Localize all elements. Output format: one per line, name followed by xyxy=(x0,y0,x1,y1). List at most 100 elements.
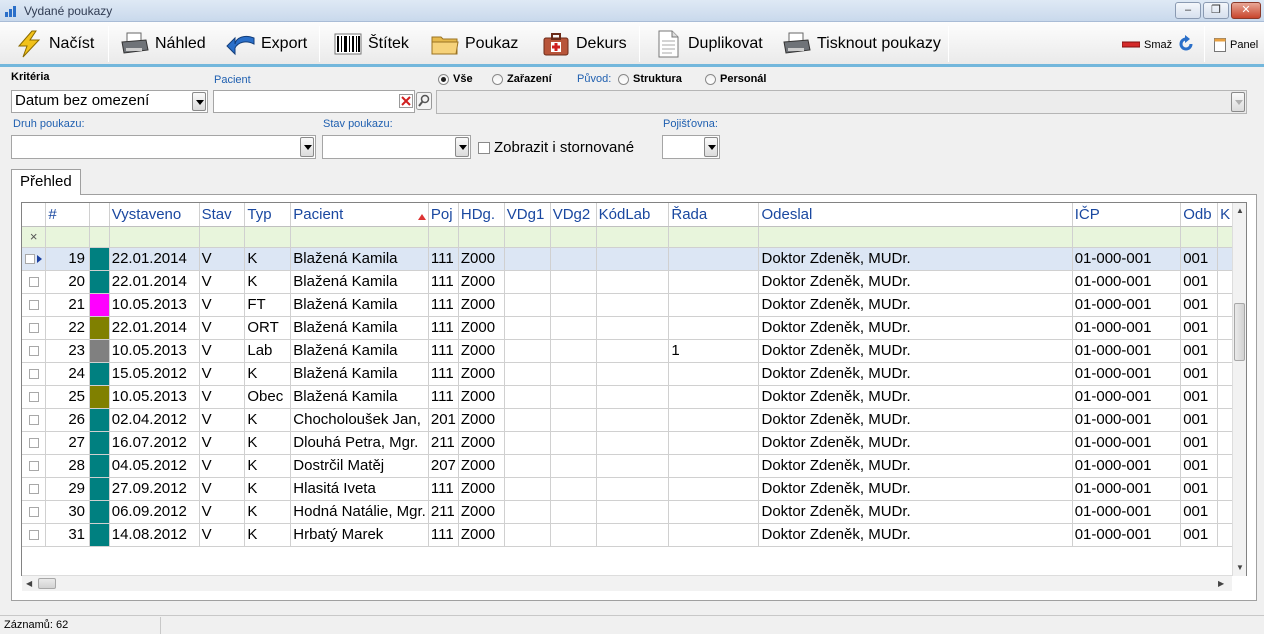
cell-state[interactable]: V xyxy=(199,431,246,455)
filter-cell[interactable] xyxy=(668,226,760,248)
cell-series[interactable] xyxy=(668,454,760,478)
cell-main-diagnosis[interactable]: Z000 xyxy=(458,339,505,363)
column-header[interactable]: Typ xyxy=(244,203,292,227)
cell-main-diagnosis[interactable]: Z000 xyxy=(458,293,505,317)
show-cancelled-checkbox[interactable]: Zobrazit i stornované xyxy=(478,139,634,156)
column-header[interactable]: VDg1 xyxy=(504,203,551,227)
chevron-down-icon[interactable] xyxy=(300,137,314,157)
cell-insurer[interactable]: 111 xyxy=(428,523,459,547)
cell-state[interactable]: V xyxy=(199,270,246,294)
cell-sender[interactable]: Doktor Zdeněk, MUDr. xyxy=(758,454,1073,478)
cell-patient[interactable]: Dlouhá Petra, Mgr. xyxy=(290,431,429,455)
cell-state[interactable]: V xyxy=(199,500,246,524)
scroll-down-icon[interactable]: ▼ xyxy=(1236,563,1244,572)
cell-patient[interactable]: Blažená Kamila xyxy=(290,385,429,409)
column-header[interactable]: Odeslal xyxy=(758,203,1073,227)
cell-insurer[interactable]: 111 xyxy=(428,293,459,317)
patient-input[interactable] xyxy=(213,90,415,113)
cell-insurer[interactable]: 111 xyxy=(428,339,459,363)
filter-cell[interactable] xyxy=(428,226,459,248)
cell-icp[interactable]: 01-000-001 xyxy=(1072,408,1182,432)
cell-sender[interactable]: Doktor Zdeněk, MUDr. xyxy=(758,293,1073,317)
cell-type[interactable]: K xyxy=(244,247,292,271)
cell-vdg1[interactable] xyxy=(504,477,551,501)
filter-cell[interactable] xyxy=(244,226,292,248)
cell-icp[interactable]: 01-000-001 xyxy=(1072,247,1182,271)
cell-color-swatch[interactable] xyxy=(89,385,110,409)
row-checkbox[interactable] xyxy=(28,438,39,449)
cell-main-diagnosis[interactable]: Z000 xyxy=(458,500,505,524)
clear-filter-icon[interactable]: × xyxy=(22,226,47,248)
cell-state[interactable]: V xyxy=(199,477,246,501)
cell-insurer[interactable]: 111 xyxy=(428,477,459,501)
cell-sender[interactable]: Doktor Zdeněk, MUDr. xyxy=(758,339,1073,363)
cell-department[interactable]: 001 xyxy=(1180,454,1219,478)
cell-vdg2[interactable] xyxy=(550,385,597,409)
cell-type[interactable]: K xyxy=(244,500,292,524)
row-indicator[interactable] xyxy=(22,316,47,340)
cell-patient[interactable]: Blažená Kamila xyxy=(290,362,429,386)
cell-color-swatch[interactable] xyxy=(89,247,110,271)
scroll-thumb[interactable] xyxy=(38,578,56,589)
cell-main-diagnosis[interactable]: Z000 xyxy=(458,408,505,432)
cell-insurer[interactable]: 201 xyxy=(428,408,459,432)
cell-lab-code[interactable] xyxy=(596,431,670,455)
cell-insurer[interactable]: 111 xyxy=(428,385,459,409)
cell-number[interactable]: 20 xyxy=(45,270,91,294)
cell-issued[interactable]: 02.04.2012 xyxy=(109,408,200,432)
radio-assigned[interactable]: Zařazení xyxy=(492,73,552,85)
cell-series[interactable] xyxy=(668,431,760,455)
voucher-type-select[interactable] xyxy=(11,135,316,159)
column-header[interactable]: VDg2 xyxy=(550,203,597,227)
cell-patient[interactable]: Blažená Kamila xyxy=(290,247,429,271)
table-row[interactable]: 31 14.08.2012 V K Hrbatý Marek 111 Z000 Doktor … xyxy=(22,523,1246,547)
cell-type[interactable]: K xyxy=(244,431,292,455)
insurer-select[interactable] xyxy=(662,135,720,159)
cell-lab-code[interactable] xyxy=(596,408,670,432)
filter-cell[interactable] xyxy=(550,226,597,248)
radio-structure[interactable]: Struktura xyxy=(618,73,682,85)
cell-sender[interactable]: Doktor Zdeněk, MUDr. xyxy=(758,362,1073,386)
cell-sender[interactable]: Doktor Zdeněk, MUDr. xyxy=(758,247,1073,271)
cell-vdg2[interactable] xyxy=(550,431,597,455)
row-checkbox[interactable] xyxy=(28,507,39,518)
cell-number[interactable]: 19 xyxy=(45,247,91,271)
column-header[interactable]: Poj xyxy=(428,203,459,227)
row-checkbox[interactable] xyxy=(28,346,39,357)
cell-department[interactable]: 001 xyxy=(1180,408,1219,432)
row-checkbox[interactable] xyxy=(28,415,39,426)
filter-cell[interactable] xyxy=(109,226,200,248)
cell-sender[interactable]: Doktor Zdeněk, MUDr. xyxy=(758,316,1073,340)
maximize-button[interactable]: ❐ xyxy=(1203,2,1229,19)
horizontal-scrollbar[interactable]: ◀ ▶ xyxy=(22,575,1232,591)
dekurs-button[interactable]: Dekurs xyxy=(541,28,627,60)
cell-color-swatch[interactable] xyxy=(89,523,110,547)
row-indicator[interactable] xyxy=(22,339,47,363)
table-row[interactable]: 27 16.07.2012 V K Dlouhá Petra, Mgr. 211 Z000 D… xyxy=(22,431,1246,455)
table-row[interactable]: 21 10.05.2013 V FT Blažená Kamila 111 Z000 Dokt… xyxy=(22,293,1246,317)
delete-button[interactable]: Smaž xyxy=(1122,36,1172,54)
refresh-icon[interactable] xyxy=(1177,35,1195,53)
row-checkbox[interactable] xyxy=(28,530,39,541)
cell-sender[interactable]: Doktor Zdeněk, MUDr. xyxy=(758,270,1073,294)
cell-state[interactable]: V xyxy=(199,523,246,547)
cell-lab-code[interactable] xyxy=(596,523,670,547)
cell-number[interactable]: 22 xyxy=(45,316,91,340)
row-indicator[interactable] xyxy=(22,293,47,317)
cell-series[interactable] xyxy=(668,523,760,547)
chevron-down-icon[interactable] xyxy=(704,137,718,157)
table-row[interactable]: 25 10.05.2013 V Obec Blažená Kamila 111 Z000 Do… xyxy=(22,385,1246,409)
cell-color-swatch[interactable] xyxy=(89,316,110,340)
cell-department[interactable]: 001 xyxy=(1180,500,1219,524)
cell-icp[interactable]: 01-000-001 xyxy=(1072,431,1182,455)
cell-main-diagnosis[interactable]: Z000 xyxy=(458,316,505,340)
cell-patient[interactable]: Hrbatý Marek xyxy=(290,523,429,547)
cell-icp[interactable]: 01-000-001 xyxy=(1072,385,1182,409)
row-indicator[interactable] xyxy=(22,362,47,386)
export-button[interactable]: Export xyxy=(226,28,307,60)
table-row[interactable]: 22 22.01.2014 V ORT Blažená Kamila 111 Z000 Dok… xyxy=(22,316,1246,340)
cell-vdg2[interactable] xyxy=(550,270,597,294)
cell-series[interactable] xyxy=(668,316,760,340)
cell-state[interactable]: V xyxy=(199,247,246,271)
cell-insurer[interactable]: 207 xyxy=(428,454,459,478)
